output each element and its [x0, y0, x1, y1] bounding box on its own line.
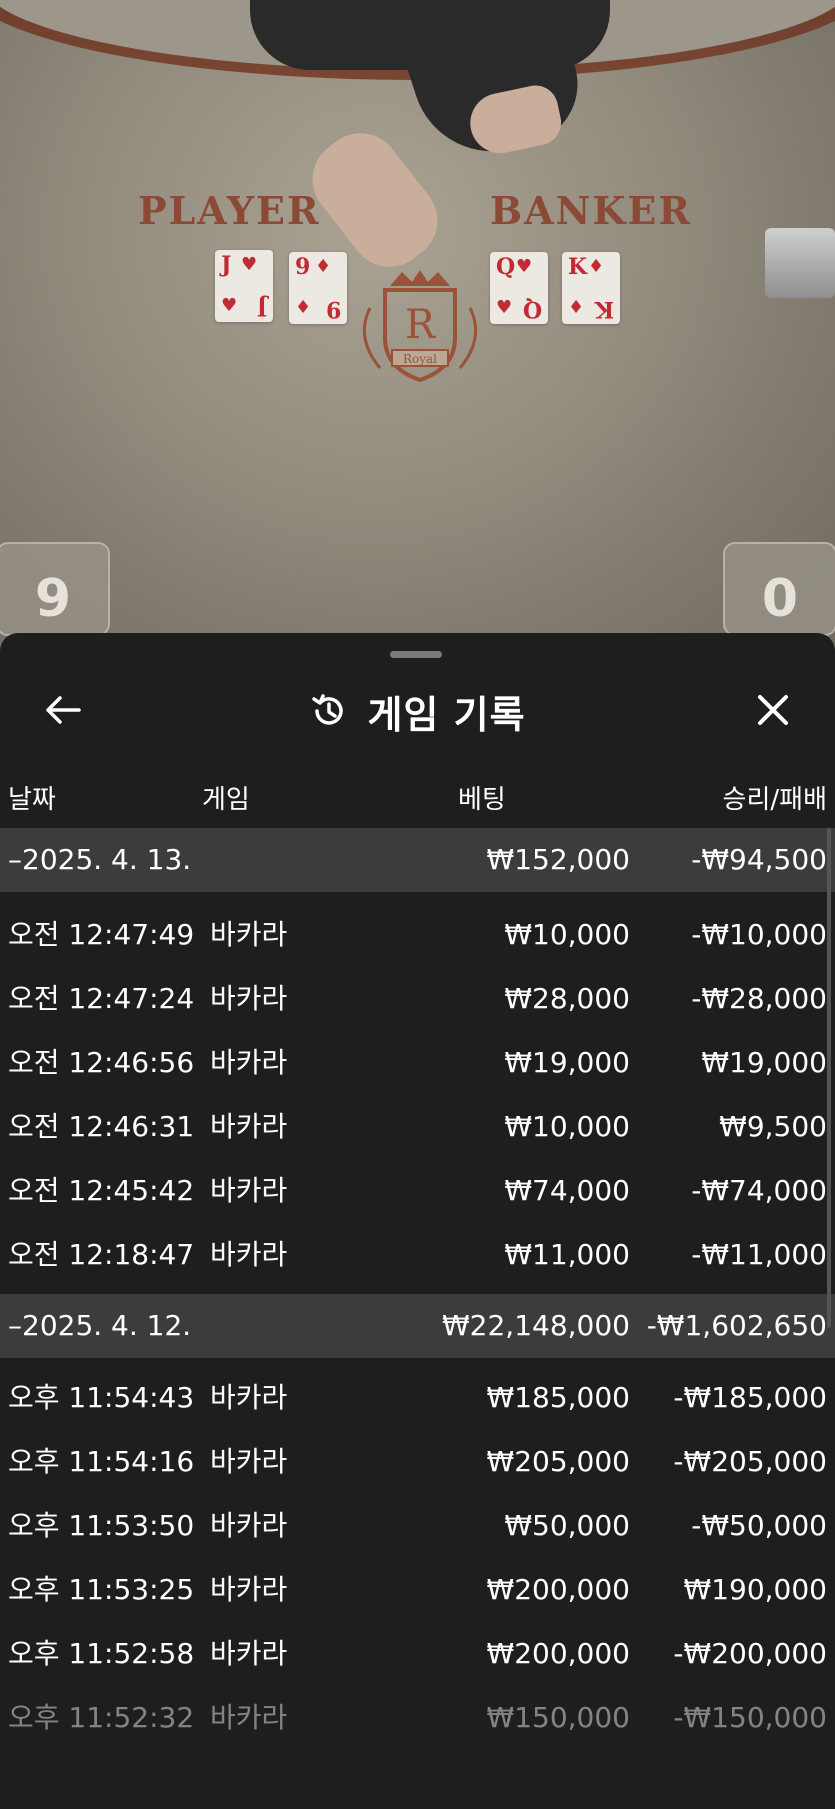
row-time: 오전 12:46:31 [8, 1110, 195, 1143]
row-game: 바카라 [210, 1381, 288, 1414]
date-group-header[interactable]: –2025. 4. 12. ₩22,148,000 -₩1,602,650 [0, 1294, 835, 1358]
date-group-header[interactable]: –2025. 4. 13. ₩152,000 -₩94,500 [0, 828, 835, 892]
row-time: 오후 11:54:43 [8, 1381, 195, 1414]
royal-crest-logo: R Royal [362, 270, 478, 383]
row-bet: ₩185,000 [486, 1381, 630, 1414]
row-game: 바카라 [210, 1509, 288, 1542]
row-bet: ₩150,000 [486, 1701, 630, 1734]
row-result: ₩19,000 [701, 1046, 827, 1079]
table-row[interactable]: 오전 12:47:24 바카라 ₩28,000 -₩28,000 [0, 967, 835, 1031]
banker-score: 0 [723, 542, 835, 636]
sheet-header: 게임 기록 [0, 671, 835, 751]
row-result: -₩28,000 [691, 982, 827, 1015]
row-result: -₩11,000 [691, 1238, 827, 1271]
column-header-result: 승리/패배 [722, 785, 827, 815]
game-history-sheet: 게임 기록 날짜 게임 베팅 승리/패배 –2025. 4. 13. ₩152,… [0, 633, 835, 1809]
table-row[interactable]: 오전 12:47:49 바카라 ₩10,000 -₩10,000 [0, 903, 835, 967]
title-group: 게임 기록 [0, 671, 835, 751]
row-time: 오후 11:52:58 [8, 1637, 195, 1670]
table-row[interactable]: 오후 11:53:25 바카라 ₩200,000 ₩190,000 [0, 1558, 835, 1622]
row-time: 오전 12:47:49 [8, 918, 195, 951]
row-bet: ₩200,000 [486, 1573, 630, 1606]
row-time: 오후 11:52:32 [8, 1701, 195, 1734]
group-date: –2025. 4. 13. [8, 843, 192, 876]
row-result: -₩205,000 [673, 1445, 827, 1478]
row-bet: ₩205,000 [486, 1445, 630, 1478]
close-icon [758, 695, 788, 725]
row-game: 바카라 [210, 1573, 288, 1606]
table-row[interactable]: 오후 11:52:58 바카라 ₩200,000 -₩200,000 [0, 1622, 835, 1686]
row-bet: ₩50,000 [504, 1509, 630, 1542]
row-game: 바카라 [210, 918, 288, 951]
row-game: 바카라 [210, 1174, 288, 1207]
row-game: 바카라 [210, 1701, 288, 1734]
row-bet: ₩28,000 [504, 982, 630, 1015]
row-result: -₩185,000 [673, 1381, 827, 1414]
sheet-drag-handle[interactable] [390, 651, 442, 658]
row-bet: ₩19,000 [504, 1046, 630, 1079]
history-icon [312, 694, 344, 725]
row-result: -₩150,000 [673, 1701, 827, 1734]
banker-card-1: Q ♥ ♥ Q [490, 252, 548, 324]
group-result-total: -₩1,602,650 [646, 1309, 827, 1342]
table-row[interactable]: 오전 12:18:47 바카라 ₩11,000 -₩11,000 [0, 1223, 835, 1287]
player-score: 9 [0, 542, 110, 636]
banker-card-2: K ♦ ♦ K [562, 252, 620, 324]
row-time: 오전 12:46:56 [8, 1046, 195, 1079]
row-bet: ₩11,000 [504, 1238, 630, 1271]
table-row[interactable]: 오전 12:46:31 바카라 ₩10,000 ₩9,500 [0, 1095, 835, 1159]
row-game: 바카라 [210, 982, 288, 1015]
column-header-game: 게임 [202, 785, 250, 815]
table-row[interactable]: 오후 11:52:32 바카라 ₩150,000 -₩150,000 [0, 1686, 835, 1750]
row-result: ₩9,500 [719, 1110, 827, 1143]
row-game: 바카라 [210, 1046, 288, 1079]
row-time: 오후 11:53:25 [8, 1573, 195, 1606]
row-result: -₩50,000 [691, 1509, 827, 1542]
row-result: -₩200,000 [673, 1637, 827, 1670]
crest-letter: R [405, 302, 437, 348]
row-time: 오후 11:53:50 [8, 1509, 195, 1542]
table-row[interactable]: 오전 12:45:42 바카라 ₩74,000 -₩74,000 [0, 1159, 835, 1223]
table-row[interactable]: 오후 11:54:16 바카라 ₩205,000 -₩205,000 [0, 1430, 835, 1494]
row-bet: ₩10,000 [504, 1110, 630, 1143]
column-header-bet: 베팅 [458, 785, 506, 815]
row-game: 바카라 [210, 1238, 288, 1271]
banker-label: BANKER [490, 188, 692, 233]
group-bet-total: ₩152,000 [486, 843, 630, 876]
row-time: 오전 12:45:42 [8, 1174, 195, 1207]
arrow-left-icon [46, 696, 81, 724]
scrollbar[interactable] [827, 828, 831, 1328]
live-video-feed: PLAYER BANKER J ♥ ♥ J 9 ♦ ♦ 9 Q ♥ ♥ Q K … [0, 0, 835, 660]
crest-text: Royal [403, 352, 437, 366]
table-row[interactable]: 오후 11:54:43 바카라 ₩185,000 -₩185,000 [0, 1366, 835, 1430]
column-header-date: 날짜 [8, 785, 56, 815]
player-card-2: 9 ♦ ♦ 9 [289, 252, 347, 324]
row-time: 오전 12:47:24 [8, 982, 195, 1015]
row-result: ₩190,000 [683, 1573, 827, 1606]
table-row[interactable]: 오전 12:46:56 바카라 ₩19,000 ₩19,000 [0, 1031, 835, 1095]
row-bet: ₩10,000 [504, 918, 630, 951]
row-game: 바카라 [210, 1110, 288, 1143]
group-result-total: -₩94,500 [691, 843, 827, 876]
row-time: 오전 12:18:47 [8, 1238, 195, 1271]
row-game: 바카라 [210, 1445, 288, 1478]
player-card-1: J ♥ ♥ J [215, 250, 273, 322]
page-title: 게임 기록 [367, 692, 526, 737]
row-bet: ₩74,000 [504, 1174, 630, 1207]
row-time: 오후 11:54:16 [8, 1445, 195, 1478]
group-bet-total: ₩22,148,000 [441, 1309, 630, 1342]
row-result: -₩10,000 [691, 918, 827, 951]
table-row[interactable]: 오후 11:53:50 바카라 ₩50,000 -₩50,000 [0, 1494, 835, 1558]
player-label: PLAYER [138, 188, 321, 233]
close-button[interactable] [748, 685, 798, 735]
row-game: 바카라 [210, 1637, 288, 1670]
group-date: –2025. 4. 12. [8, 1309, 192, 1342]
card-shoe [765, 228, 835, 298]
row-bet: ₩200,000 [486, 1637, 630, 1670]
back-button[interactable] [38, 685, 88, 735]
row-result: -₩74,000 [691, 1174, 827, 1207]
